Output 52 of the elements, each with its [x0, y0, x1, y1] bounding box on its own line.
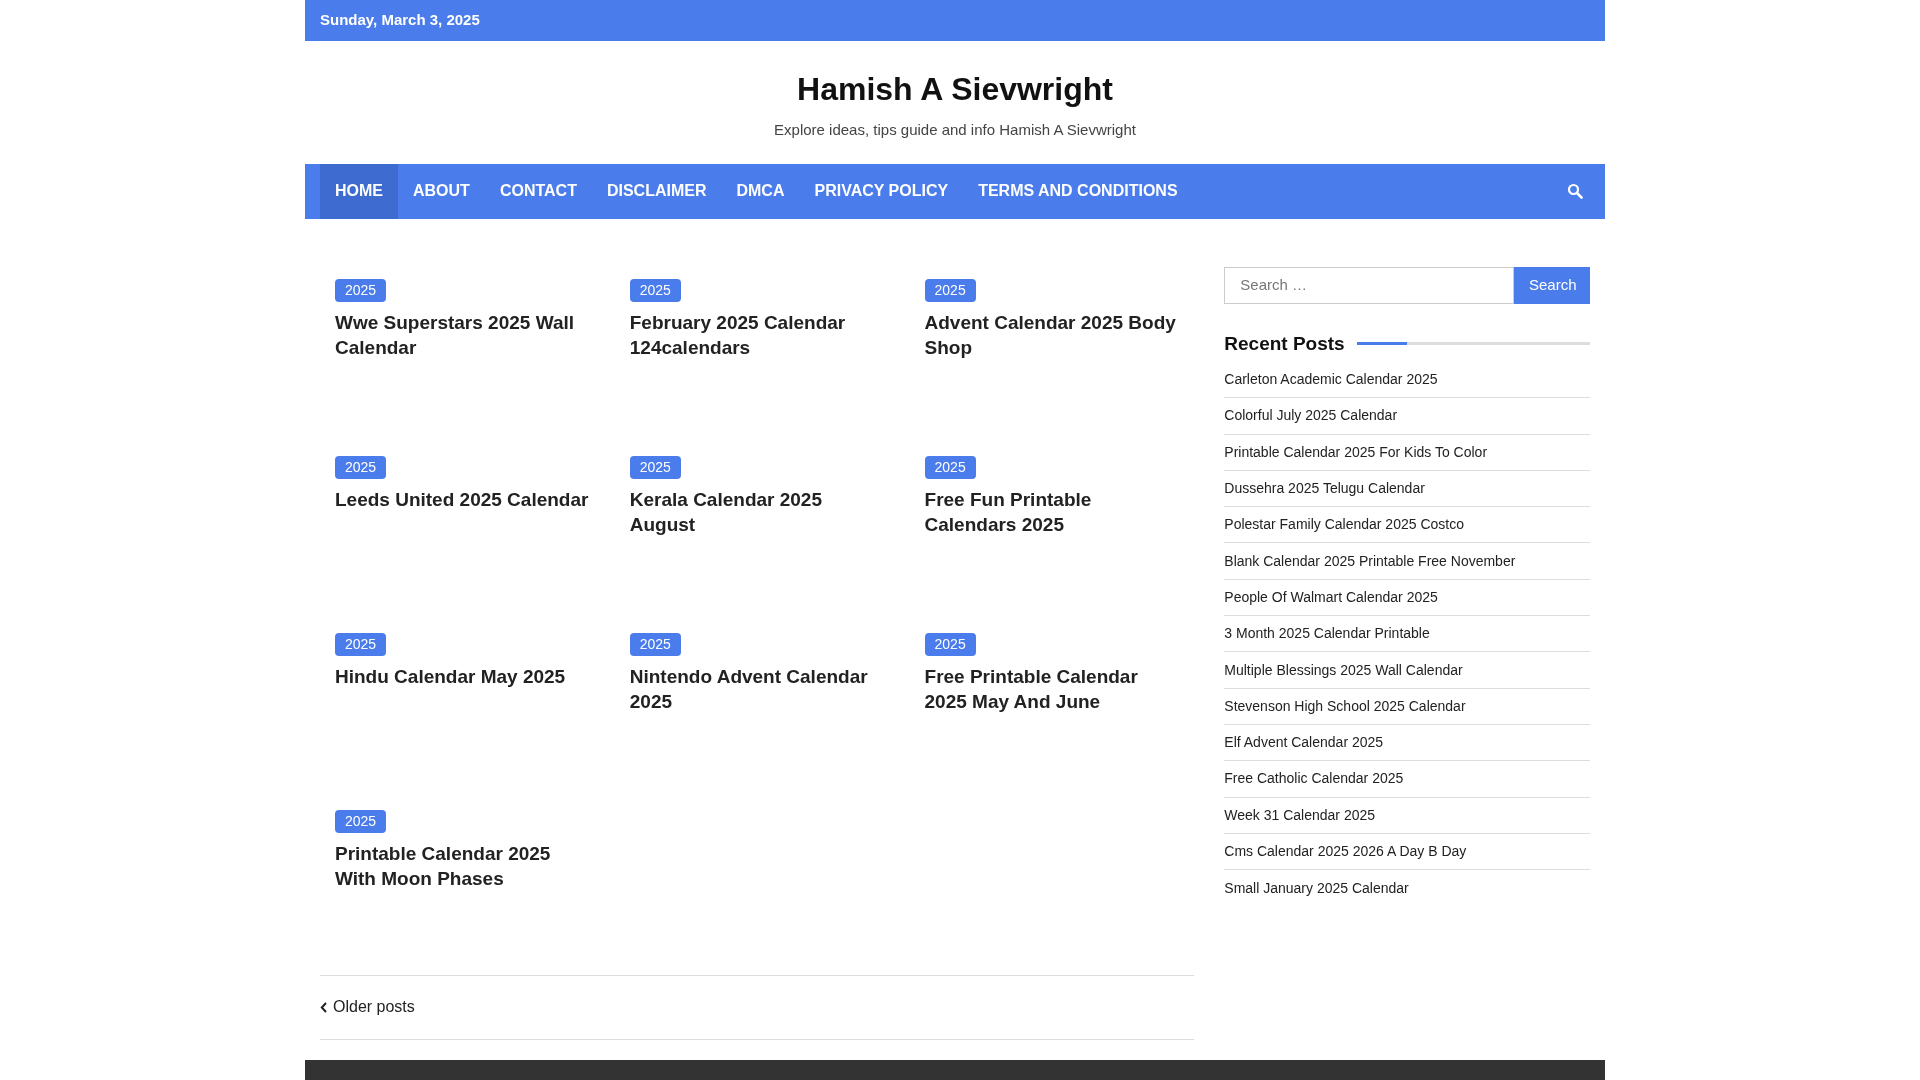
recent-post-link[interactable]: 3 Month 2025 Calendar Printable	[1224, 623, 1430, 645]
recent-post-link[interactable]: Blank Calendar 2025 Printable Free November	[1224, 550, 1516, 572]
post-title[interactable]: Free Printable Calendar 2025 May And June	[924, 663, 1180, 714]
recent-post-link[interactable]: Multiple Blessings 2025 Wall Calendar	[1224, 659, 1463, 681]
category-tag[interactable]: 2025	[335, 455, 387, 479]
recent-post-link[interactable]: Small January 2025 Calendar	[1224, 877, 1409, 899]
older-posts-text: Older posts	[333, 997, 415, 1017]
category-tag[interactable]: 2025	[335, 632, 387, 656]
widget-title: Recent Posts	[1224, 331, 1345, 356]
recent-post-link[interactable]: Colorful July 2025 Calendar	[1224, 405, 1398, 427]
recent-post-link[interactable]: People Of Walmart Calendar 2025	[1224, 586, 1438, 608]
category-tag[interactable]: 2025	[335, 809, 387, 833]
category-tag[interactable]: 2025	[335, 278, 387, 302]
post-title[interactable]: Kerala Calendar 2025 August	[629, 486, 885, 537]
category-tag[interactable]: 2025	[924, 278, 976, 302]
site-title[interactable]: Hamish A Sievwright	[797, 65, 1113, 113]
recent-post-link[interactable]: Polestar Family Calendar 2025 Costco	[1224, 514, 1464, 536]
recent-post-link[interactable]: Dussehra 2025 Telugu Calendar	[1224, 478, 1425, 500]
post-title[interactable]: Printable Calendar 2025 With Moon Phases	[335, 840, 590, 891]
nav-item[interactable]: PRIVACY POLICY	[799, 163, 964, 219]
chevron-left-icon	[320, 1001, 327, 1013]
category-tag[interactable]: 2025	[924, 455, 976, 479]
nav-item[interactable]: DISCLAIMER	[591, 163, 722, 219]
recent-post-link[interactable]: Elf Advent Calendar 2025	[1224, 732, 1384, 754]
category-tag[interactable]: 2025	[924, 632, 976, 656]
nav-item[interactable]: ABOUT	[398, 163, 485, 219]
search-button[interactable]: Search	[1514, 266, 1590, 304]
post-title[interactable]: February 2025 Calendar 124calendars	[629, 309, 885, 360]
recent-post-link[interactable]: Carleton Academic Calendar 2025	[1224, 369, 1438, 391]
recent-post-link[interactable]: Stevenson High School 2025 Calendar	[1224, 695, 1466, 717]
site-tagline: Explore ideas, tips guide and info Hamish A Sievwright	[774, 120, 1136, 140]
search-icon[interactable]	[1567, 183, 1583, 199]
category-tag[interactable]: 2025	[629, 455, 681, 479]
nav-item[interactable]: CONTACT	[484, 163, 592, 219]
nav-item[interactable]: HOME	[320, 163, 398, 219]
post-title[interactable]: Leeds United 2025 Calendar	[335, 486, 589, 512]
category-tag[interactable]: 2025	[629, 278, 681, 302]
post-title[interactable]: Advent Calendar 2025 Body Shop	[924, 309, 1180, 360]
post-title[interactable]: Free Fun Printable Calendars 2025	[924, 486, 1180, 537]
search-field[interactable]: Search …	[1224, 266, 1514, 304]
recent-post-link[interactable]: Week 31 Calendar 2025	[1224, 804, 1376, 826]
older-posts-link[interactable]: Older posts	[320, 995, 415, 1019]
category-tag[interactable]: 2025	[629, 632, 681, 656]
post-title[interactable]: Nintendo Advent Calendar 2025	[629, 663, 885, 714]
recent-post-link[interactable]: Printable Calendar 2025 For Kids To Color	[1224, 441, 1488, 463]
nav-item[interactable]: TERMS AND CONDITIONS	[963, 163, 1193, 219]
recent-post-link[interactable]: Cms Calendar 2025 2026 A Day B Day	[1224, 841, 1467, 862]
post-title[interactable]: Wwe Superstars 2025 Wall Calendar	[335, 309, 590, 360]
recent-post-link[interactable]: Free Catholic Calendar 2025	[1224, 768, 1404, 790]
nav-item[interactable]: DMCA	[721, 163, 800, 219]
date-text: Sunday, March 3, 2025	[320, 10, 480, 31]
post-title[interactable]: Hindu Calendar May 2025	[335, 663, 566, 689]
